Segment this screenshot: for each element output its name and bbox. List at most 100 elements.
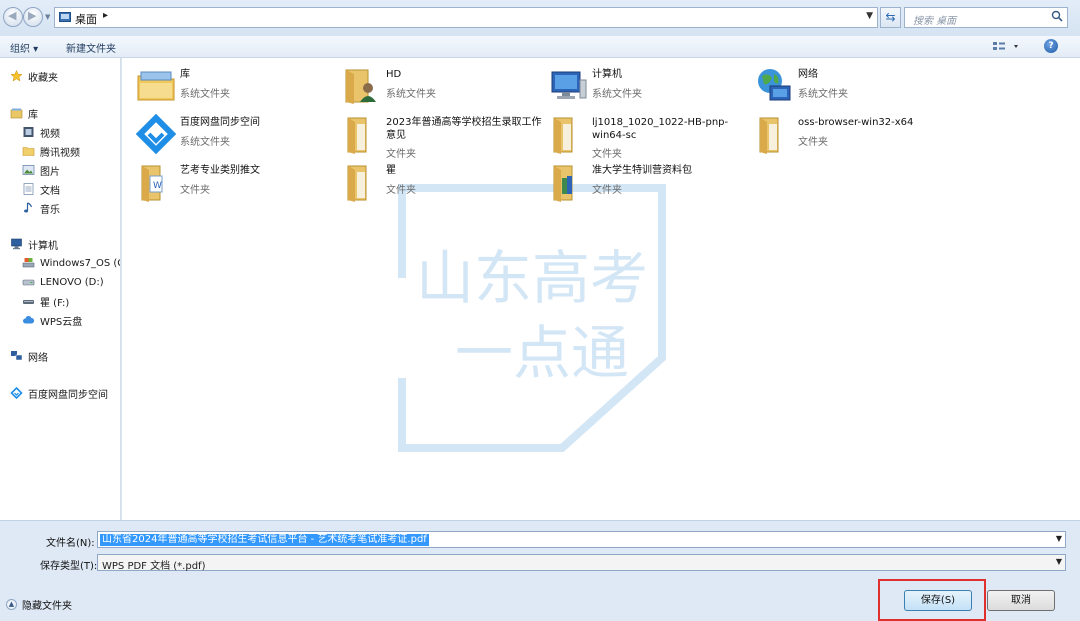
nav-drive-d-label: LENOVO (D:) <box>40 276 104 288</box>
nav-music-label: 音乐 <box>40 204 60 216</box>
cancel-button[interactable]: 取消 <box>987 590 1055 611</box>
user-folder-icon <box>345 69 376 104</box>
nav-pictures[interactable]: 图片 <box>22 162 120 178</box>
item-type: 系统文件夹 <box>386 89 436 100</box>
filetype-dropdown-icon[interactable]: ▼ <box>1056 557 1062 566</box>
search-box[interactable]: 搜索 桌面 <box>904 7 1068 28</box>
item-type: 文件夹 <box>592 149 622 160</box>
filename-label: 文件名(N): <box>46 538 95 549</box>
toolbar: 组织 ▾ 新建文件夹 ? <box>0 36 1080 58</box>
list-item-hd[interactable]: HD 系统文件夹 <box>342 66 542 110</box>
navigation-pane: 收藏夹 库 视频 腾讯视频 图片 文档 音乐 计算机 Windows7_OS (… <box>0 58 121 520</box>
item-name: 库 <box>180 69 190 80</box>
nav-drive-d[interactable]: LENOVO (D:) <box>22 274 120 290</box>
item-type: 文件夹 <box>386 149 416 160</box>
nav-baidu-sync[interactable]: 百度网盘同步空间 <box>10 385 120 401</box>
list-item-lj1018[interactable]: lj1018_1020_1022-HB-pnp-win64-sc 文件夹 <box>548 114 748 160</box>
nav-drive-c[interactable]: Windows7_OS (C: <box>22 255 120 271</box>
list-item-art-exam[interactable]: W 艺考专业类别推文 文件夹 <box>136 162 336 206</box>
item-name: HD <box>386 69 402 80</box>
baidu-sync-icon <box>136 114 176 154</box>
filename-value[interactable]: 山东省2024年普通高等学校招生考试信息平台 - 艺术统考笔试准考证.pdf <box>100 534 429 546</box>
list-item-library[interactable]: 库 系统文件夹 <box>136 66 336 110</box>
item-type: 文件夹 <box>592 185 622 196</box>
nav-libraries[interactable]: 库 <box>10 105 120 121</box>
nav-network-label: 网络 <box>28 352 48 364</box>
hide-folders-label: 隐藏文件夹 <box>22 601 72 612</box>
item-type: 文件夹 <box>180 185 210 196</box>
music-icon <box>24 202 33 213</box>
hide-folders-button[interactable]: ▲ 隐藏文件夹 <box>6 597 72 612</box>
folder-icon <box>347 117 367 154</box>
folder-with-files-icon <box>553 165 573 202</box>
nav-pictures-label: 图片 <box>40 166 60 178</box>
library-icon <box>10 108 23 119</box>
help-icon[interactable]: ? <box>1044 39 1058 53</box>
recent-pages-dropdown-icon[interactable]: ▼ <box>45 13 50 21</box>
network-icon <box>11 351 23 361</box>
path-box[interactable]: 桌面 ▸ ▼ <box>54 7 878 28</box>
back-arrow-icon: ◀ <box>8 9 17 22</box>
nav-libraries-label: 库 <box>28 109 38 121</box>
item-type: 系统文件夹 <box>180 137 230 148</box>
watermark-line2: 一点通 <box>455 319 629 387</box>
nav-videos-label: 视频 <box>40 128 60 140</box>
library-icon <box>137 71 175 101</box>
list-item-qu[interactable]: 瞿 文件夹 <box>342 162 542 206</box>
save-button-highlight <box>878 579 986 621</box>
computer-icon <box>551 71 587 99</box>
folder-icon <box>553 117 573 154</box>
breadcrumb-desktop[interactable]: 桌面 <box>75 11 97 27</box>
item-name: 2023年普通高等学校招生录取工作意见 <box>386 117 542 141</box>
forward-button[interactable]: ▶ <box>23 7 43 27</box>
search-icon[interactable] <box>1051 10 1063 22</box>
item-name: 艺考专业类别推文 <box>180 165 260 176</box>
back-button[interactable]: ◀ <box>3 7 23 27</box>
view-options-icon[interactable] <box>992 39 1022 55</box>
nav-favorites[interactable]: 收藏夹 <box>10 68 120 84</box>
path-dropdown-icon[interactable]: ▼ <box>866 11 873 21</box>
filename-dropdown-icon[interactable]: ▼ <box>1056 534 1062 543</box>
nav-music[interactable]: 音乐 <box>22 200 120 216</box>
list-item-network[interactable]: 网络 系统文件夹 <box>754 66 954 110</box>
picture-icon <box>22 165 35 175</box>
breadcrumb-arrow-icon[interactable]: ▸ <box>103 10 108 21</box>
nav-drive-f[interactable]: 瞿 (F:) <box>22 293 120 309</box>
computer-icon <box>11 238 22 250</box>
nav-documents-label: 文档 <box>40 185 60 197</box>
address-bar: ◀ ▶ ▼ 桌面 ▸ ▼ ⇆ 搜索 桌面 <box>0 0 1080 36</box>
list-item-oss-browser[interactable]: oss-browser-win32-x64 文件夹 <box>754 114 954 158</box>
list-item-baidu-sync[interactable]: 百度网盘同步空间 系统文件夹 <box>136 114 336 158</box>
organize-button[interactable]: 组织 ▾ <box>10 40 38 55</box>
baidu-sync-icon <box>10 387 23 399</box>
nav-network[interactable]: 网络 <box>10 348 120 364</box>
filename-input[interactable]: 山东省2024年普通高等学校招生考试信息平台 - 艺术统考笔试准考证.pdf ▼ <box>97 531 1066 548</box>
nav-tencent-video-label: 腾讯视频 <box>40 147 80 159</box>
nav-tencent-video[interactable]: 腾讯视频 <box>22 143 120 159</box>
item-name: lj1018_1020_1022-HB-pnp-win64-sc <box>592 117 729 141</box>
item-type: 系统文件夹 <box>592 89 642 100</box>
item-type: 文件夹 <box>386 185 416 196</box>
desktop-folder-icon <box>59 12 71 22</box>
nav-baidu-sync-label: 百度网盘同步空间 <box>28 389 108 401</box>
folder-icon <box>347 165 367 202</box>
folder-icon <box>22 147 35 156</box>
item-name: oss-browser-win32-x64 <box>798 117 914 128</box>
nav-documents[interactable]: 文档 <box>22 181 120 197</box>
network-globe-icon <box>758 69 791 101</box>
removable-drive-icon <box>23 300 34 304</box>
new-folder-button[interactable]: 新建文件夹 <box>66 40 116 55</box>
item-type: 系统文件夹 <box>798 89 848 100</box>
nav-wps-cloud[interactable]: WPS云盘 <box>22 312 120 328</box>
filetype-select[interactable]: WPS PDF 文档 (*.pdf) ▼ <box>97 554 1066 572</box>
nav-computer[interactable]: 计算机 <box>10 236 120 252</box>
list-item-2023-admission[interactable]: 2023年普通高等学校招生录取工作意见 文件夹 <box>342 114 542 160</box>
refresh-button[interactable]: ⇆ <box>880 7 901 28</box>
nav-videos[interactable]: 视频 <box>22 124 120 140</box>
file-list-pane[interactable]: 山东高考 一点通 库 系统文件夹 HD 系统文件夹 计算机 系统文件夹 网络 系… <box>122 58 1080 520</box>
list-item-training-camp[interactable]: 准大学生特训营资料包 文件夹 <box>548 162 748 206</box>
watermark-line1: 山东高考 <box>416 244 648 312</box>
svg-text:W: W <box>153 181 162 191</box>
document-icon <box>23 183 34 195</box>
list-item-computer[interactable]: 计算机 系统文件夹 <box>548 66 748 110</box>
